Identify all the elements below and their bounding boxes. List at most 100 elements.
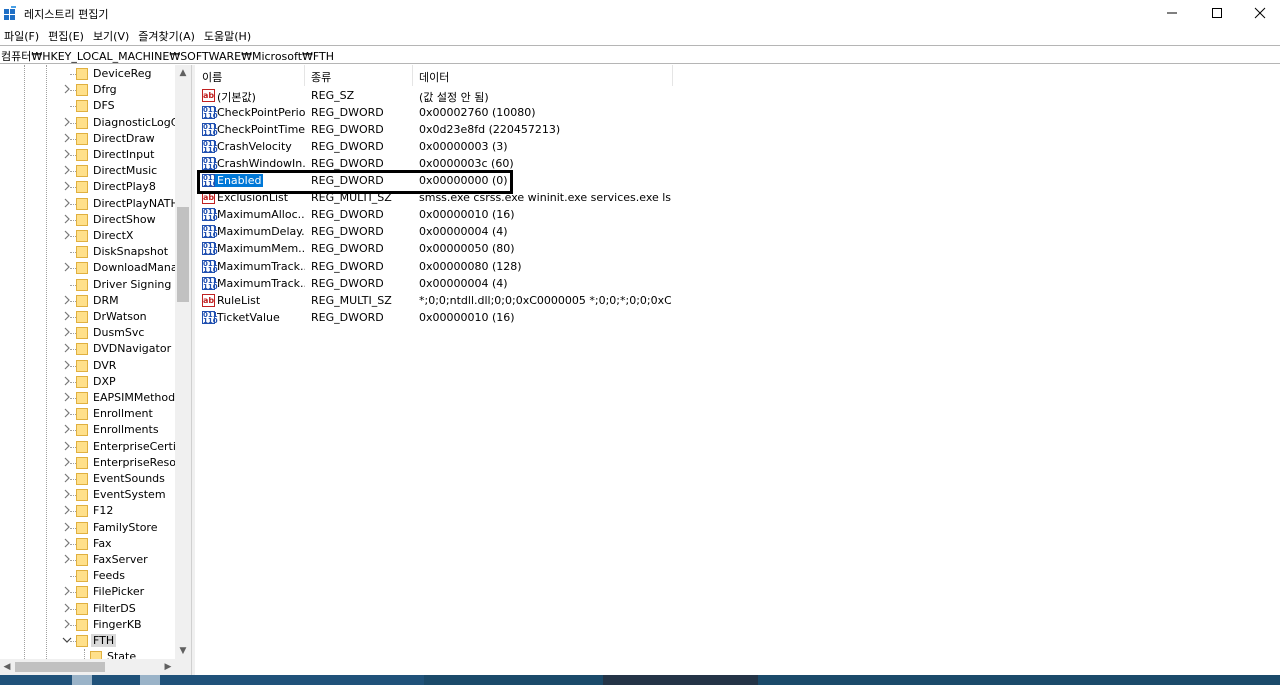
pane-splitter[interactable] [191,65,195,675]
tree-item[interactable]: Enrollment [0,406,175,422]
tree-horizontal-scrollbar[interactable]: ◀ ▶ [0,659,191,675]
menu-favorites[interactable]: 즐겨찾기(A) [134,26,200,44]
taskbar-window-button[interactable] [603,675,758,685]
table-row[interactable]: 011 110 MaximumDelay... REG_DWORD 0x0000000… [196,223,676,240]
taskbar-icon[interactable] [140,675,160,685]
tree-item[interactable]: DusmSvc [0,325,175,341]
chevron-right-icon[interactable] [62,133,72,145]
scroll-left-icon[interactable]: ◀ [0,659,14,675]
taskbar-app-area[interactable] [0,675,424,685]
chevron-down-icon[interactable] [62,635,72,647]
chevron-right-icon[interactable] [62,230,72,242]
minimize-button[interactable] [1152,0,1192,26]
table-row[interactable]: 011 110 CrashWindowIn... REG_DWORD 0x000000… [196,155,676,172]
chevron-right-icon[interactable] [62,343,72,355]
chevron-right-icon[interactable] [62,165,72,177]
tree-item[interactable]: DirectPlayNATHe [0,196,186,212]
chevron-right-icon[interactable] [62,473,72,485]
table-row[interactable]: 011 110 MaximumTrack... REG_DWORD 0x0000000… [196,275,676,292]
tree-item[interactable]: DiagnosticLogCS [0,115,185,131]
table-row[interactable]: 011 110 CheckPointTime REG_DWORD 0x0d23e8fd… [196,121,676,138]
tree-item[interactable]: F12 [0,503,175,519]
tree-item[interactable]: DXP [0,374,175,390]
tree-item[interactable]: DRM [0,293,175,309]
chevron-right-icon[interactable] [62,457,72,469]
column-header-type[interactable]: 종류 [305,65,413,86]
scroll-thumb[interactable] [177,207,189,302]
chevron-right-icon[interactable] [62,603,72,615]
tree-item[interactable]: DirectMusic [0,163,175,179]
chevron-right-icon[interactable] [62,554,72,566]
scroll-up-icon[interactable]: ▲ [175,65,191,81]
tree-item[interactable]: EnterpriseCertific [0,439,189,455]
tree-item[interactable]: Fax [0,536,175,552]
table-row[interactable]: 011 110 MaximumMem... REG_DWORD 0x00000050 … [196,240,676,257]
chevron-right-icon[interactable] [62,327,72,339]
tree-item[interactable]: DirectPlay8 [0,179,175,195]
tree-item[interactable]: FilePicker [0,584,175,600]
table-row[interactable]: 011 110 MaximumTrack... REG_DWORD 0x0000008… [196,258,676,275]
chevron-right-icon[interactable] [62,619,72,631]
table-row[interactable]: 011 110 Enabled REG_DWORD 0x00000000 (0) [196,172,676,189]
tree-item[interactable]: DirectX [0,228,175,244]
tree-item[interactable]: DFS [0,98,175,114]
tree-item[interactable]: EventSounds [0,471,175,487]
tree-item[interactable]: DirectShow [0,212,175,228]
chevron-right-icon[interactable] [62,489,72,501]
chevron-right-icon[interactable] [62,376,72,388]
menu-view[interactable]: 보기(V) [89,26,134,44]
tree-item[interactable]: FTH [0,633,175,649]
chevron-right-icon[interactable] [62,392,72,404]
tree-item[interactable]: EAPSIMMethods [0,390,181,406]
chevron-right-icon[interactable] [62,181,72,193]
address-bar[interactable]: 컴퓨터₩HKEY_LOCAL_MACHINE₩SOFTWARE₩Microsof… [0,45,1280,64]
chevron-right-icon[interactable] [62,84,72,96]
tree-item[interactable]: DiskSnapshot [0,244,175,260]
table-row[interactable]: 011 110 TicketValue REG_DWORD 0x00000010 (1… [196,309,676,326]
chevron-right-icon[interactable] [62,441,72,453]
tree-item[interactable]: DVDNavigator [0,341,175,357]
column-header-data[interactable]: 데이터 [413,65,673,86]
tree-item[interactable]: DrWatson [0,309,175,325]
tree-item[interactable]: State [0,649,175,659]
menu-help[interactable]: 도움말(H) [200,26,256,44]
scroll-down-icon[interactable]: ▼ [175,643,191,659]
tree-item[interactable]: FilterDS [0,601,175,617]
chevron-right-icon[interactable] [62,505,72,517]
chevron-right-icon[interactable] [62,149,72,161]
table-row[interactable]: 011 110 CheckPointPeriod REG_DWORD 0x000027… [196,104,676,121]
tree-item[interactable]: FaxServer [0,552,175,568]
tree-item[interactable]: Driver Signing [0,277,175,293]
maximize-button[interactable] [1197,0,1237,26]
table-row[interactable]: ab RuleList REG_MULTI_SZ *;0;0;ntdll.dll;0;… [196,292,676,309]
chevron-right-icon[interactable] [62,262,72,274]
scroll-thumb[interactable] [15,662,105,672]
tree-item[interactable]: DirectInput [0,147,175,163]
table-row[interactable]: ab (기본값) REG_SZ (값 설정 안 됨) [196,87,676,104]
menu-edit[interactable]: 편집(E) [44,26,89,44]
chevron-right-icon[interactable] [62,117,72,129]
column-header-name[interactable]: 이름 [196,65,305,86]
address-path[interactable]: 컴퓨터₩HKEY_LOCAL_MACHINE₩SOFTWARE₩Microsof… [1,48,334,64]
tree-item[interactable]: Dfrg [0,82,175,98]
chevron-right-icon[interactable] [62,586,72,598]
tree-item[interactable]: DownloadManag [0,260,185,276]
chevron-right-icon[interactable] [62,424,72,436]
table-row[interactable]: ab ExclusionList REG_MULTI_SZ smss.exe csrs… [196,189,676,206]
table-row[interactable]: 011 110 MaximumAlloc... REG_DWORD 0x0000001… [196,206,676,223]
chevron-right-icon[interactable] [62,522,72,534]
tree-vertical-scrollbar[interactable]: ▲ ▼ [175,65,191,659]
tree-item[interactable]: DVR [0,358,175,374]
chevron-right-icon[interactable] [62,214,72,226]
tree-item[interactable]: DeviceReg [0,66,175,82]
chevron-right-icon[interactable] [62,295,72,307]
taskbar-icon[interactable] [72,675,92,685]
menu-file[interactable]: 파일(F) [0,26,44,44]
table-row[interactable]: 011 110 CrashVelocity REG_DWORD 0x00000003 … [196,138,676,155]
chevron-right-icon[interactable] [62,538,72,550]
tree-item[interactable]: FamilyStore [0,520,175,536]
tree-item[interactable]: Enrollments [0,422,175,438]
chevron-right-icon[interactable] [62,408,72,420]
close-button[interactable] [1240,0,1280,26]
tree-item[interactable]: Feeds [0,568,175,584]
